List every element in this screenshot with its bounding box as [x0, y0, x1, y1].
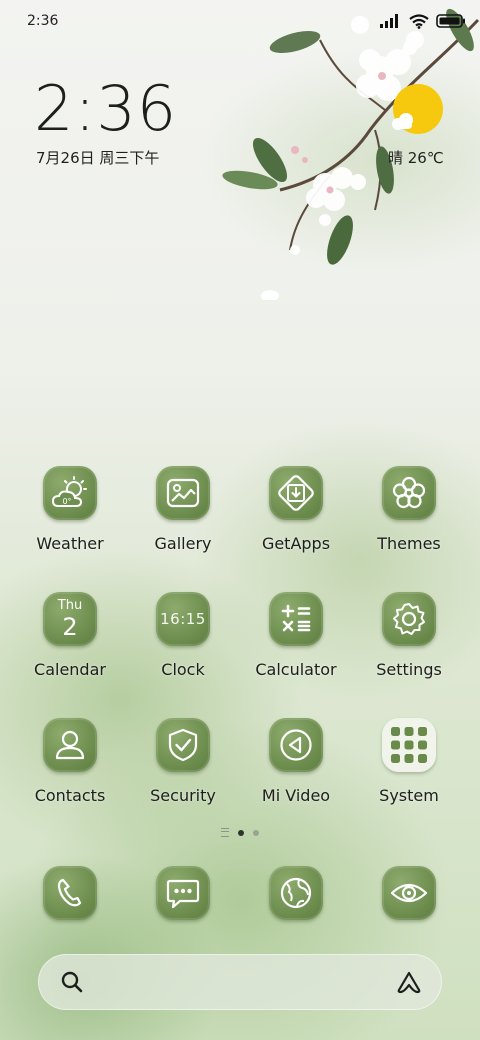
settings-icon	[382, 592, 436, 646]
app-weather[interactable]: 0° Weather	[14, 466, 126, 553]
weather-widget-text[interactable]: 晴 26℃	[388, 147, 444, 168]
app-themes[interactable]: Themes	[353, 466, 465, 553]
status-time: 2:36	[27, 13, 59, 29]
clock-widget-time[interactable]: 2:36	[34, 78, 177, 140]
clock-widget-date[interactable]: 7月26日 周三下午	[36, 147, 159, 168]
app-label-calendar: Calendar	[34, 660, 106, 679]
search-bar[interactable]	[38, 954, 442, 1010]
phone-icon	[43, 866, 97, 920]
clock-icon: 16:15	[156, 592, 210, 646]
dock-phone[interactable]	[14, 866, 126, 920]
sun-cloud-weather-icon[interactable]	[384, 82, 456, 138]
messages-icon	[156, 866, 210, 920]
app-label-settings: Settings	[376, 660, 442, 679]
app-contacts[interactable]: Contacts	[14, 718, 126, 805]
dock-browser[interactable]	[240, 866, 352, 920]
wifi-icon	[409, 13, 429, 29]
calculator-icon	[269, 592, 323, 646]
app-label-weather: Weather	[36, 534, 104, 553]
page-dot-active	[238, 829, 244, 836]
status-icons	[380, 11, 466, 31]
gallery-icon	[156, 466, 210, 520]
app-label-contacts: Contacts	[34, 786, 106, 805]
app-label-clock: Clock	[161, 660, 205, 679]
signal-icon	[380, 14, 398, 28]
search-icon[interactable]	[60, 970, 84, 994]
app-clock[interactable]: 16:15 Clock	[127, 592, 239, 679]
clock-icon-time: 16:15	[160, 610, 206, 628]
browser-icon	[269, 866, 323, 920]
app-label-mi-video: Mi Video	[261, 786, 331, 805]
app-settings[interactable]: Settings	[353, 592, 465, 679]
weather-icon-temp: 0°	[62, 497, 71, 506]
page-dot	[253, 829, 259, 836]
calendar-icon: Thu 2	[43, 592, 97, 646]
battery-icon	[436, 14, 465, 28]
mi-video-icon	[269, 718, 323, 772]
weather-icon: 0°	[43, 466, 97, 520]
system-folder-icon	[382, 718, 436, 772]
app-label-getapps: GetApps	[261, 534, 331, 553]
app-getapps[interactable]: GetApps	[240, 466, 352, 553]
themes-icon	[382, 466, 436, 520]
app-calculator[interactable]: Calculator	[240, 592, 352, 679]
assistant-icon[interactable]	[396, 970, 422, 994]
calendar-icon-day-number: 2	[62, 613, 78, 641]
contacts-icon	[43, 718, 97, 772]
app-system-folder[interactable]: System	[353, 718, 465, 805]
page-indicator-menu-icon	[221, 828, 229, 837]
status-bar: 2:36	[0, 0, 480, 42]
calendar-icon-day-name: Thu	[57, 598, 83, 613]
app-label-calculator: Calculator	[255, 660, 337, 679]
app-mi-video[interactable]: Mi Video	[240, 718, 352, 805]
app-calendar[interactable]: Thu 2 Calendar	[14, 592, 126, 679]
getapps-icon	[269, 466, 323, 520]
app-label-gallery: Gallery	[154, 534, 212, 553]
app-label-system: System	[379, 786, 439, 805]
camera-icon	[382, 866, 436, 920]
app-label-security: Security	[150, 786, 216, 805]
app-security[interactable]: Security	[127, 718, 239, 805]
security-icon	[156, 718, 210, 772]
app-gallery[interactable]: Gallery	[127, 466, 239, 553]
dock-camera[interactable]	[353, 866, 465, 920]
app-label-themes: Themes	[377, 534, 441, 553]
page-indicator[interactable]	[0, 828, 480, 837]
dock-messages[interactable]	[127, 866, 239, 920]
